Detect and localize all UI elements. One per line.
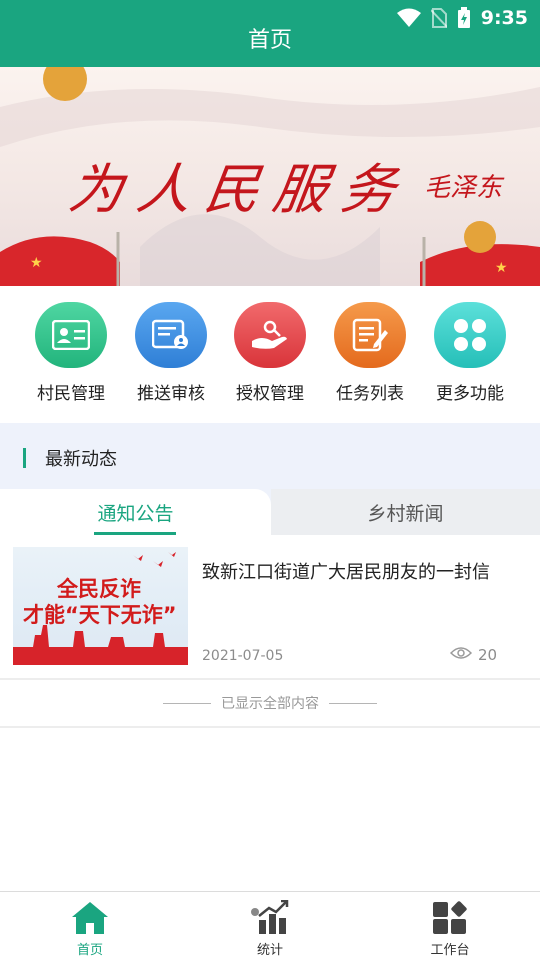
tab-label: 乡村新闻 xyxy=(367,503,444,525)
app-header: 9:35 首页 xyxy=(0,0,540,67)
banner-signature: 毛泽东 xyxy=(424,173,503,203)
nav-statistics[interactable]: 统计 xyxy=(220,900,320,958)
tab-notices[interactable]: 通知公告 xyxy=(0,489,271,535)
eye-icon xyxy=(450,647,472,659)
nav-label: 首页 xyxy=(76,943,103,958)
page-title: 首页 xyxy=(247,28,292,53)
thumbnail-line2: 才能“天下无诈” xyxy=(23,603,177,627)
news-view-count: 20 xyxy=(478,646,498,664)
func-label: 授权管理 xyxy=(236,384,304,404)
func-push-review[interactable]: 推送审核 xyxy=(121,302,221,404)
news-title: 致新江口街道广大居民朋友的一封信 xyxy=(202,562,490,583)
stats-icon xyxy=(220,900,320,936)
func-task-list[interactable]: 任务列表 xyxy=(320,302,420,404)
news-tabs: 通知公告 乡村新闻 xyxy=(0,489,540,535)
nav-label: 工作台 xyxy=(430,943,470,958)
nav-label: 统计 xyxy=(256,943,283,958)
home-icon xyxy=(40,900,140,936)
id-card-icon xyxy=(35,302,107,368)
tab-village-news[interactable]: 乡村新闻 xyxy=(271,489,540,535)
hand-key-icon xyxy=(234,302,306,368)
banner-calligraphy: 为人民服务 xyxy=(64,158,414,221)
func-village-management[interactable]: 村民管理 xyxy=(21,302,121,404)
task-list-icon xyxy=(334,302,406,368)
section-title: 最新动态 xyxy=(45,449,117,470)
func-more[interactable]: 更多功能 xyxy=(420,302,520,404)
section-accent-bar xyxy=(23,448,26,468)
banner-image[interactable]: ★ ★ 为人民服务 毛泽东 xyxy=(0,67,540,286)
list-end-indicator: 已显示全部内容 xyxy=(0,680,540,728)
divider xyxy=(329,702,377,704)
func-label: 更多功能 xyxy=(436,384,504,404)
workbench-icon xyxy=(400,900,500,936)
nav-home[interactable]: 首页 xyxy=(40,900,140,958)
tab-label: 通知公告 xyxy=(97,503,174,525)
news-thumbnail: 全民反诈 才能“天下无诈” xyxy=(13,547,188,665)
more-grid-icon xyxy=(434,302,506,368)
nav-workbench[interactable]: 工作台 xyxy=(400,900,500,958)
svg-text:★: ★ xyxy=(495,260,508,276)
latest-news-section: 最新动态 xyxy=(0,423,540,489)
function-grid: 村民管理 推送审核 授权管理 任务列表 更多功能 xyxy=(0,286,540,423)
func-authorization[interactable]: 授权管理 xyxy=(220,302,320,404)
document-user-icon xyxy=(135,302,207,368)
func-label: 任务列表 xyxy=(336,384,404,404)
bottom-navigation: 首页 统计 工作台 xyxy=(0,891,540,961)
svg-text:★: ★ xyxy=(30,255,43,271)
news-date: 2021-07-05 xyxy=(202,648,284,664)
func-label: 推送审核 xyxy=(137,384,205,404)
func-label: 村民管理 xyxy=(37,384,105,404)
divider xyxy=(163,702,211,704)
list-item[interactable]: 全民反诈 才能“天下无诈” 致新江口街道广大居民朋友的一封信 2021-07-0… xyxy=(0,535,540,680)
list-end-text: 已显示全部内容 xyxy=(221,696,319,712)
